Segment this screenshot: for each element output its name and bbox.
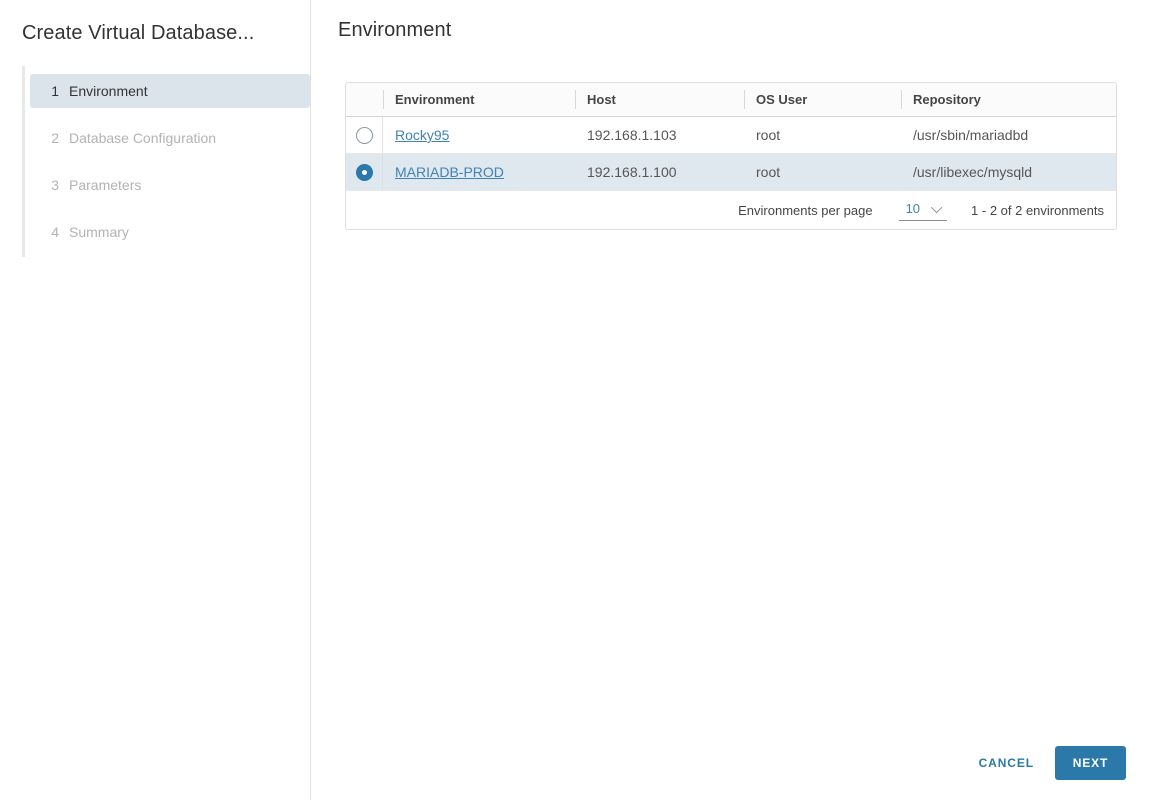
step-label: Database Configuration xyxy=(69,130,216,146)
per-page-select[interactable]: 10 xyxy=(899,199,947,221)
cell-host: 192.168.1.100 xyxy=(575,164,744,180)
cancel-button[interactable]: CANCEL xyxy=(969,748,1044,778)
cell-repository: /usr/sbin/mariadbd xyxy=(901,127,1116,143)
per-page-label: Environments per page xyxy=(738,203,872,218)
chevron-down-icon xyxy=(931,201,942,212)
cell-host: 192.168.1.103 xyxy=(575,127,744,143)
cell-repository: /usr/libexec/mysqld xyxy=(901,164,1116,180)
wizard-sidebar: Create Virtual Database... 1 Environment… xyxy=(0,0,311,800)
step-label: Parameters xyxy=(69,177,141,193)
table-header-row: Environment Host OS User Repository xyxy=(346,83,1116,117)
radio-unselected[interactable] xyxy=(356,127,373,144)
wizard-step-nav: 1 Environment 2 Database Configuration 3… xyxy=(22,66,310,257)
step-number: 2 xyxy=(47,130,59,146)
wizard-title: Create Virtual Database... xyxy=(22,22,310,45)
selection-column-header xyxy=(346,83,383,116)
step-number: 1 xyxy=(47,83,59,99)
step-label: Environment xyxy=(69,83,148,99)
column-header-os-user: OS User xyxy=(744,83,901,116)
page-title: Environment xyxy=(338,19,451,42)
step-number: 3 xyxy=(47,177,59,193)
cell-os-user: root xyxy=(744,164,901,180)
create-vdb-wizard: Create Virtual Database... 1 Environment… xyxy=(0,0,1149,800)
wizard-actions: CANCEL NEXT xyxy=(969,746,1126,780)
environment-link[interactable]: MARIADB-PROD xyxy=(395,164,504,180)
step-environment[interactable]: 1 Environment xyxy=(30,74,310,108)
wizard-main-panel: Environment Environment Host OS User Rep… xyxy=(311,0,1149,800)
environment-link[interactable]: Rocky95 xyxy=(395,127,449,143)
per-page-value: 10 xyxy=(906,201,920,216)
table-row-mariadb-prod[interactable]: MARIADB-PROD 192.168.1.100 root /usr/lib… xyxy=(346,154,1116,191)
column-header-repository: Repository xyxy=(901,83,1116,116)
pagination-range-text: 1 - 2 of 2 environments xyxy=(971,203,1104,218)
radio-selected[interactable] xyxy=(356,164,373,181)
table-pagination-footer: Environments per page 10 1 - 2 of 2 envi… xyxy=(346,191,1116,229)
step-number: 4 xyxy=(47,224,59,240)
step-summary[interactable]: 4 Summary xyxy=(30,215,310,249)
step-parameters[interactable]: 3 Parameters xyxy=(30,168,310,202)
column-header-host: Host xyxy=(575,83,744,116)
next-button[interactable]: NEXT xyxy=(1055,746,1126,780)
step-database-configuration[interactable]: 2 Database Configuration xyxy=(30,121,310,155)
environments-table: Environment Host OS User Repository Rock… xyxy=(345,82,1117,230)
table-row-rocky95[interactable]: Rocky95 192.168.1.103 root /usr/sbin/mar… xyxy=(346,117,1116,154)
column-header-environment: Environment xyxy=(383,83,575,116)
cell-os-user: root xyxy=(744,127,901,143)
step-label: Summary xyxy=(69,224,129,240)
